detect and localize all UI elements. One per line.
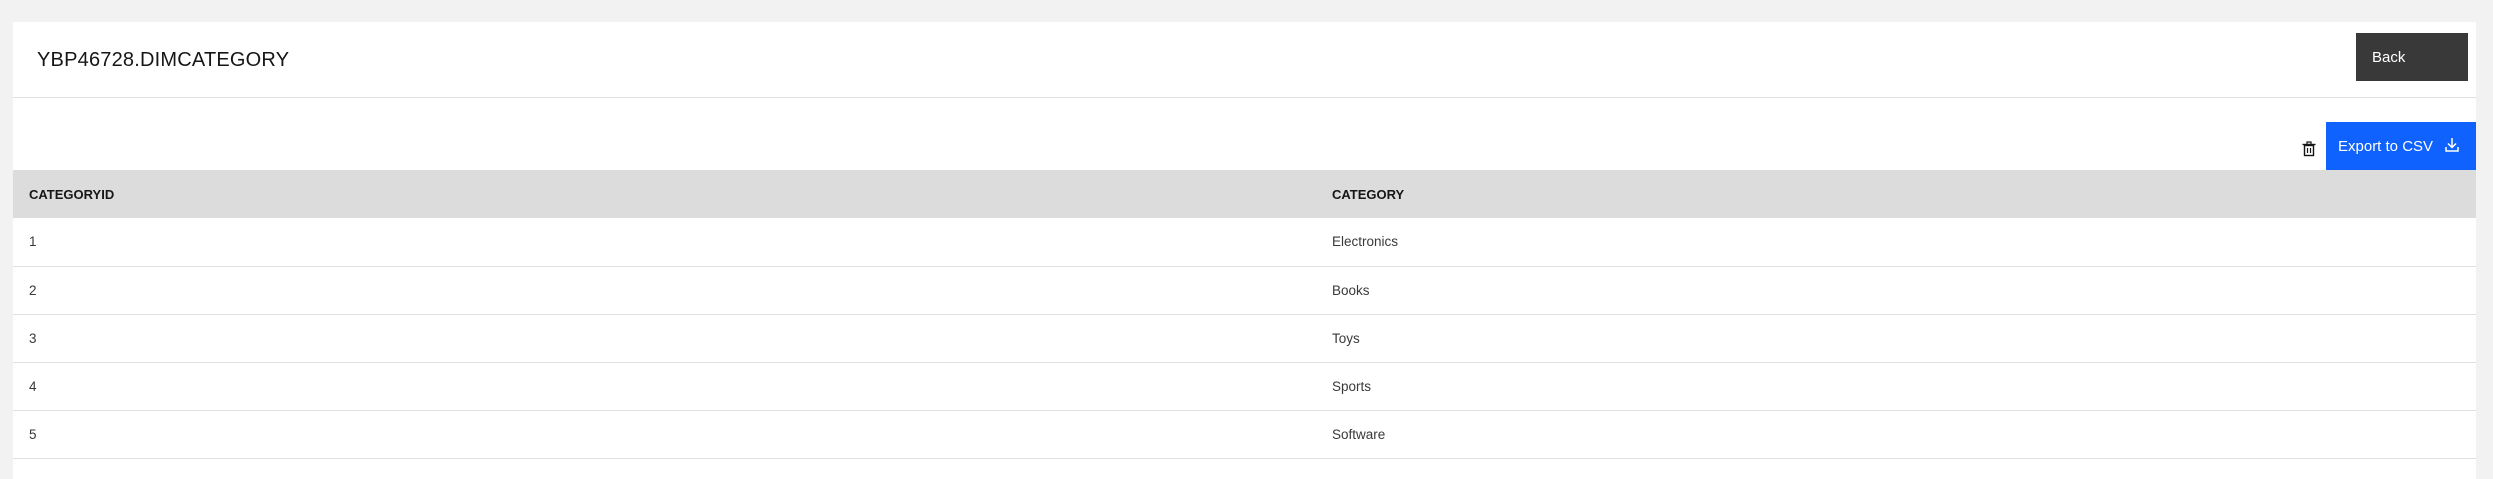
table-cell: Software — [1316, 410, 2476, 459]
download-icon — [2443, 136, 2461, 154]
data-table: CATEGORYID CATEGORY 1 Electronics 2 Book… — [13, 170, 2476, 459]
table-viewer-panel: YBP46728.DIMCATEGORY Back Export to CSV — [13, 22, 2476, 479]
table-cell: 2 — [13, 266, 1316, 315]
table-row: 1 Electronics — [13, 218, 2476, 267]
column-header-category[interactable]: CATEGORY — [1316, 170, 2476, 218]
export-csv-button[interactable]: Export to CSV — [2326, 122, 2476, 170]
table-row: 4 Sports — [13, 362, 2476, 411]
column-header-categoryid[interactable]: CATEGORYID — [13, 170, 1316, 218]
table-cell: 5 — [13, 410, 1316, 459]
table-row: 3 Toys — [13, 314, 2476, 363]
table-row: 2 Books — [13, 266, 2476, 315]
page-header: YBP46728.DIMCATEGORY Back — [13, 22, 2476, 98]
table-cell: Electronics — [1316, 218, 2476, 267]
trash-icon[interactable] — [2299, 139, 2319, 159]
table-cell: Books — [1316, 266, 2476, 315]
table-cell: 1 — [13, 218, 1316, 267]
table-cell: 4 — [13, 362, 1316, 411]
export-csv-label: Export to CSV — [2338, 138, 2434, 155]
table-row: 5 Software — [13, 410, 2476, 459]
table-cell: Sports — [1316, 362, 2476, 411]
page-title: YBP46728.DIMCATEGORY — [37, 49, 290, 71]
back-button[interactable]: Back — [2356, 33, 2468, 81]
table-header-row: CATEGORYID CATEGORY — [13, 170, 2476, 218]
table-cell: Toys — [1316, 314, 2476, 363]
table-cell: 3 — [13, 314, 1316, 363]
